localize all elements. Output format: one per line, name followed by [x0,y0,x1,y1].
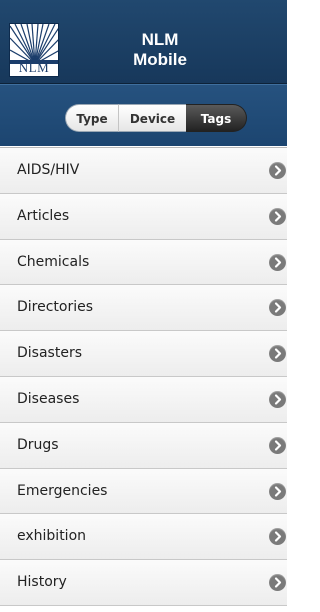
nlm-logo[interactable]: NLM [9,23,59,77]
list-item-label: Articles [17,207,70,224]
list-item[interactable]: Drugs [0,422,287,469]
chevron-right-icon [269,528,286,546]
list-item[interactable]: exhibition [0,514,287,561]
chevron-right-icon [269,345,286,363]
list-item[interactable]: AIDS/HIV [0,148,287,194]
list-item[interactable]: Emergencies [0,468,287,515]
chevron-right-icon [269,299,286,317]
list-item-label: Chemicals [17,253,90,270]
logo-text: NLM [18,60,50,75]
app-header: NLM NLM Mobile [0,0,287,84]
segmented-control-bar: Type Device Tags [0,84,287,146]
list-item-label: Disasters [17,345,82,362]
app-title-line1: NLM [141,30,179,49]
chevron-right-icon [269,574,286,592]
list-item[interactable]: Diseases [0,376,287,423]
list-item[interactable]: Disasters [0,331,287,377]
tags-list: AIDS/HIV Articles Chemicals Directories … [0,147,287,606]
app-title: NLM Mobile [100,30,220,70]
chevron-right-icon [269,436,286,454]
list-item[interactable]: Articles [0,193,287,240]
nlm-logo-rays-icon [10,24,58,64]
segment-tags[interactable]: Tags [186,104,247,132]
list-item[interactable]: Chemicals [0,239,287,286]
segment-type[interactable]: Type [65,104,118,132]
list-item-label: AIDS/HIV [17,162,80,178]
list-item-label: Emergencies [17,482,108,499]
list-item[interactable]: History [0,560,287,606]
chevron-right-icon [269,207,286,225]
list-item[interactable]: Directories [0,285,287,332]
segment-device[interactable]: Device [118,104,186,132]
list-item-label: exhibition [17,528,87,545]
list-item-label: Directories [17,299,94,316]
chevron-right-icon [269,390,286,408]
chevron-right-icon [269,482,286,500]
list-item-label: Drugs [17,436,59,453]
list-item-label: Diseases [17,390,80,407]
list-item-label: History [17,574,67,591]
chevron-right-icon [269,253,286,271]
chevron-right-icon [269,162,286,179]
app-title-line2: Mobile [133,50,187,69]
